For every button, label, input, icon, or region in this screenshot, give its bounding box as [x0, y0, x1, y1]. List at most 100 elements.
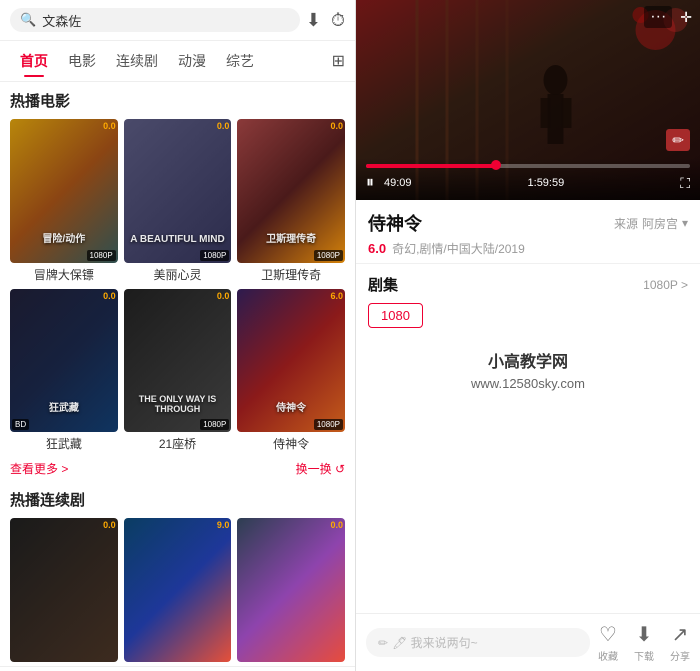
- list-item[interactable]: THE ONLY WAY IS THROUGH 0.0 1080P 21座桥: [124, 289, 232, 453]
- movie-poster-text: THE ONLY WAY IS THROUGH: [124, 394, 232, 414]
- movie-rating: 0.0: [103, 121, 116, 131]
- episodes-title: 剧集: [368, 274, 398, 295]
- list-item[interactable]: 侍神令 6.0 1080P 侍神令: [237, 289, 345, 453]
- bottom-action-bar: ✏ 🖊 我来说两句~ ♡ 收藏 ⬇ 下载 ↗ 分享: [356, 613, 700, 671]
- movie-score: 6.0: [368, 241, 386, 256]
- share-button[interactable]: ↗ 分享: [670, 622, 690, 663]
- left-panel: 🔍 ⬇ ⏱ 首页 电影 连续剧 动漫 综艺 ⊞ 热播电影 冒险/动作 0.0 1…: [0, 0, 355, 671]
- movie-badge: 1080P: [314, 250, 343, 261]
- movie-badge: 1080P: [314, 419, 343, 430]
- drama-rating: 9.0: [217, 520, 230, 530]
- movie-meta: 6.0 奇幻,剧情/中国大陆/2019: [368, 240, 688, 257]
- download-icon[interactable]: ⬇: [306, 10, 321, 31]
- watermark: 小高教学网 www.12580sky.com: [368, 328, 688, 399]
- total-time: 1:59:59: [528, 177, 565, 189]
- top-icons: ⬇ ⏱: [306, 10, 345, 31]
- video-menu-icon[interactable]: ···: [644, 6, 672, 28]
- hot-drama-grid: 0.0 9.0 0.0: [0, 514, 355, 666]
- grid-icon[interactable]: ⊞: [332, 51, 345, 71]
- drama-rating: 0.0: [330, 520, 343, 530]
- tab-drama[interactable]: 连续剧: [106, 45, 168, 77]
- action-icons: ♡ 收藏 ⬇ 下载 ↗ 分享: [598, 622, 690, 663]
- view-more-link[interactable]: 查看更多 >: [10, 460, 68, 477]
- movie-badge: 1080P: [200, 419, 229, 430]
- progress-fill: [366, 164, 496, 168]
- movie-genres: 奇幻,剧情/中国大陆/2019: [392, 240, 525, 257]
- movie-rating: 0.0: [330, 121, 343, 131]
- hot-movies-header: 热播电影: [0, 82, 355, 115]
- movie-badge: 1080P: [87, 250, 116, 261]
- video-player[interactable]: ··· ✛ ✏ ⏸ 49:09 1:59:59 ⛶: [356, 0, 700, 200]
- movie-info: 侍神令 来源 阿房宫 ▾ 6.0 奇幻,剧情/中国大陆/2019: [356, 200, 700, 264]
- list-item[interactable]: 0.0: [237, 518, 345, 662]
- list-item[interactable]: 狂武藏 0.0 BD 狂武藏: [10, 289, 118, 453]
- search-input[interactable]: [42, 13, 290, 28]
- episodes-section: 剧集 1080P > 1080 小高教学网 www.12580sky.com: [356, 264, 700, 613]
- tab-movies[interactable]: 电影: [58, 45, 106, 77]
- drama-rating: 0.0: [103, 520, 116, 530]
- episode-btn-1080[interactable]: 1080: [368, 303, 423, 328]
- movie-badge: BD: [12, 419, 29, 430]
- play-pause-icon[interactable]: ⏸: [366, 174, 374, 192]
- action-row: 查看更多 > 换一换 ↺: [0, 456, 355, 481]
- watermark-url: www.12580sky.com: [368, 376, 688, 391]
- tab-variety[interactable]: 综艺: [216, 45, 264, 77]
- watermark-name: 小高教学网: [368, 348, 688, 372]
- episodes-quality[interactable]: 1080P >: [643, 278, 688, 292]
- favorite-button[interactable]: ♡ 收藏: [598, 622, 618, 663]
- right-panel: ··· ✛ ✏ ⏸ 49:09 1:59:59 ⛶ 侍神令: [355, 0, 700, 671]
- movie-rating: 0.0: [103, 291, 116, 301]
- source-label: 来源: [614, 215, 638, 232]
- movie-rating: 6.0: [330, 291, 343, 301]
- hot-movies-grid: 冒险/动作 0.0 1080P 冒牌大保镖 A BEAUTIFUL MIND 0…: [0, 115, 355, 456]
- download-button[interactable]: ⬇ 下载: [634, 622, 654, 663]
- bottom-nav: 🏠 首页 ⊞ 分类 ◎ 发现 📋 任务 👤 我的: [0, 666, 355, 671]
- movie-title: 侍神令: [368, 210, 422, 236]
- comment-placeholder-text: 🖊 我来说两句~: [392, 634, 478, 651]
- chevron-down-icon: ▾: [682, 216, 688, 230]
- movie-rating: 0.0: [217, 291, 230, 301]
- video-top-controls: ··· ✛: [644, 6, 692, 28]
- tab-home[interactable]: 首页: [10, 45, 58, 77]
- movie-title: 美丽心灵: [124, 266, 232, 283]
- movie-title: 卫斯理传奇: [237, 266, 345, 283]
- video-controls: ⏸ 49:09 1:59:59 ⛶: [356, 158, 700, 200]
- heart-icon: ♡: [599, 622, 617, 647]
- list-item[interactable]: 卫斯理传奇 0.0 1080P 卫斯理传奇: [237, 119, 345, 283]
- download-label: 下载: [634, 648, 654, 663]
- movie-badge: 1080P: [200, 250, 229, 261]
- comment-input[interactable]: ✏ 🖊 我来说两句~: [366, 628, 590, 657]
- video-move-icon[interactable]: ✛: [680, 9, 692, 26]
- movie-poster-text: 卫斯理传奇: [237, 230, 345, 245]
- history-icon[interactable]: ⏱: [331, 10, 345, 31]
- movie-source[interactable]: 来源 阿房宫 ▾: [614, 215, 688, 232]
- hot-drama-header: 热播连续剧: [0, 481, 355, 514]
- edit-icon[interactable]: ✏: [666, 132, 690, 150]
- movie-info-row: 侍神令 来源 阿房宫 ▾: [368, 210, 688, 236]
- list-item[interactable]: 冒险/动作 0.0 1080P 冒牌大保镖: [10, 119, 118, 283]
- movie-title: 冒牌大保镖: [10, 266, 118, 283]
- list-item[interactable]: 9.0: [124, 518, 232, 662]
- movie-title: 狂武藏: [10, 435, 118, 452]
- movie-title: 21座桥: [124, 435, 232, 452]
- progress-bar[interactable]: [366, 164, 690, 168]
- share-icon: ↗: [672, 622, 689, 647]
- download-icon: ⬇: [636, 622, 653, 647]
- controls-row: ⏸ 49:09 1:59:59 ⛶: [366, 174, 690, 192]
- movie-poster-text: A BEAUTIFUL MIND: [124, 234, 232, 245]
- nav-tabs: 首页 电影 连续剧 动漫 综艺 ⊞: [0, 41, 355, 82]
- progress-dot[interactable]: [491, 160, 501, 170]
- list-item[interactable]: A BEAUTIFUL MIND 0.0 1080P 美丽心灵: [124, 119, 232, 283]
- tab-anime[interactable]: 动漫: [168, 45, 216, 77]
- search-bar: 🔍 ⬇ ⏱: [0, 0, 355, 41]
- search-box[interactable]: 🔍: [10, 8, 300, 32]
- refresh-link[interactable]: 换一换 ↺: [296, 460, 345, 477]
- favorite-label: 收藏: [598, 648, 618, 663]
- episode-buttons: 1080: [368, 303, 688, 328]
- fullscreen-icon[interactable]: ⛶: [680, 175, 690, 192]
- pencil-icon: ✏: [378, 636, 388, 650]
- list-item[interactable]: 0.0: [10, 518, 118, 662]
- share-label: 分享: [670, 648, 690, 663]
- search-icon: 🔍: [20, 12, 36, 28]
- movie-poster-text: 侍神令: [237, 399, 345, 414]
